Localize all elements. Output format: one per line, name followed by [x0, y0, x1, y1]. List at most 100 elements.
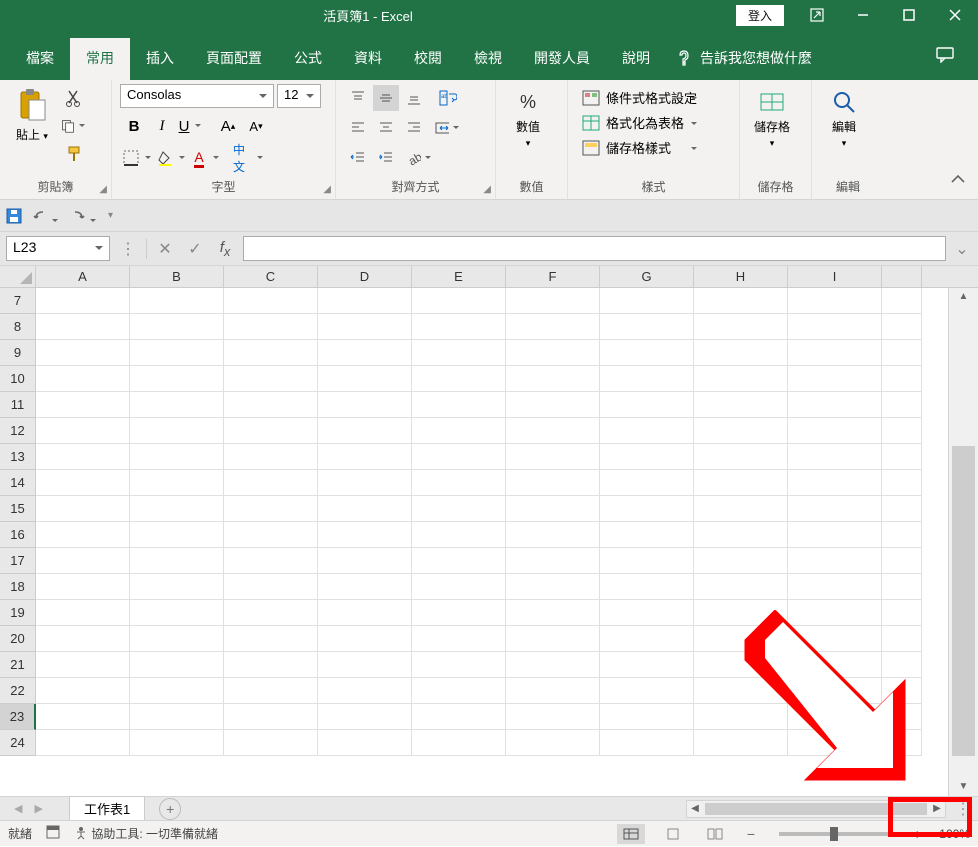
cell[interactable]	[882, 730, 922, 756]
cell[interactable]	[788, 496, 882, 522]
cell[interactable]	[882, 522, 922, 548]
cell[interactable]	[318, 548, 412, 574]
cell[interactable]	[36, 288, 130, 314]
cell[interactable]	[506, 574, 600, 600]
cell[interactable]	[600, 600, 694, 626]
cell[interactable]	[412, 600, 506, 626]
tell-me-search[interactable]: 告訴我您想做什麼	[666, 38, 822, 80]
paste-button[interactable]: 貼上 ▾	[8, 84, 56, 147]
cell[interactable]	[882, 626, 922, 652]
cell[interactable]	[224, 652, 318, 678]
phonetic-guide-button[interactable]: 中文	[233, 145, 265, 171]
row-header[interactable]: 7	[0, 288, 36, 314]
cell[interactable]	[882, 548, 922, 574]
cell[interactable]	[36, 314, 130, 340]
cell[interactable]	[694, 392, 788, 418]
horizontal-split-handle[interactable]: ⋮	[948, 800, 978, 818]
cell[interactable]	[788, 418, 882, 444]
cell[interactable]	[694, 600, 788, 626]
cell[interactable]	[506, 288, 600, 314]
column-header[interactable]: C	[224, 266, 318, 287]
underline-button[interactable]: U	[177, 113, 203, 139]
cell[interactable]	[412, 288, 506, 314]
cell[interactable]	[318, 418, 412, 444]
orientation-button[interactable]: ab	[407, 145, 433, 171]
cell[interactable]	[694, 340, 788, 366]
cell[interactable]	[130, 418, 224, 444]
cell[interactable]	[882, 704, 922, 730]
normal-view-button[interactable]	[617, 824, 645, 844]
column-header[interactable]: D	[318, 266, 412, 287]
name-box[interactable]: L23	[6, 236, 110, 261]
cell[interactable]	[788, 600, 882, 626]
cell[interactable]	[36, 340, 130, 366]
cell[interactable]	[130, 574, 224, 600]
cell[interactable]	[882, 574, 922, 600]
cell[interactable]	[36, 392, 130, 418]
copy-button[interactable]	[61, 113, 87, 139]
cells-button[interactable]: 儲存格▾	[748, 84, 796, 153]
cut-button[interactable]	[61, 85, 87, 111]
cell[interactable]	[36, 522, 130, 548]
cell[interactable]	[788, 392, 882, 418]
cell[interactable]	[412, 548, 506, 574]
cell[interactable]	[788, 444, 882, 470]
number-format-button[interactable]: % 數值▾	[504, 84, 552, 153]
cell[interactable]	[694, 730, 788, 756]
cell[interactable]	[694, 522, 788, 548]
tab-help[interactable]: 說明	[606, 38, 666, 80]
row-header[interactable]: 22	[0, 678, 36, 704]
scroll-up-button[interactable]: ▲	[949, 288, 978, 306]
cell[interactable]	[600, 418, 694, 444]
cell[interactable]	[694, 366, 788, 392]
column-header[interactable]: A	[36, 266, 130, 287]
tab-formulas[interactable]: 公式	[278, 38, 338, 80]
cell[interactable]	[224, 314, 318, 340]
cell[interactable]	[130, 392, 224, 418]
cell[interactable]	[788, 626, 882, 652]
row-header[interactable]: 10	[0, 366, 36, 392]
cell[interactable]	[224, 704, 318, 730]
cell[interactable]	[788, 314, 882, 340]
maximize-button[interactable]	[886, 0, 932, 30]
sheet-tab[interactable]: 工作表1	[69, 796, 145, 820]
formula-input[interactable]	[243, 236, 946, 261]
font-color-button[interactable]: A	[189, 145, 221, 171]
cell[interactable]	[224, 626, 318, 652]
cell[interactable]	[318, 366, 412, 392]
cell[interactable]	[318, 340, 412, 366]
cell[interactable]	[506, 704, 600, 730]
cell[interactable]	[36, 366, 130, 392]
cell[interactable]	[130, 366, 224, 392]
cell[interactable]	[506, 730, 600, 756]
cell[interactable]	[882, 470, 922, 496]
row-header[interactable]: 17	[0, 548, 36, 574]
cell[interactable]	[882, 288, 922, 314]
cell[interactable]	[788, 574, 882, 600]
select-all-button[interactable]	[0, 266, 36, 287]
cell[interactable]	[224, 470, 318, 496]
tab-file[interactable]: 檔案	[10, 38, 70, 80]
row-header[interactable]: 24	[0, 730, 36, 756]
increase-indent-button[interactable]	[373, 145, 399, 171]
cell[interactable]	[224, 548, 318, 574]
font-size-selector[interactable]: 12	[277, 84, 321, 108]
cell[interactable]	[600, 548, 694, 574]
cell[interactable]	[882, 314, 922, 340]
cell[interactable]	[224, 574, 318, 600]
cell[interactable]	[600, 574, 694, 600]
cell[interactable]	[412, 704, 506, 730]
cell[interactable]	[412, 470, 506, 496]
align-right-button[interactable]	[401, 115, 427, 141]
cell[interactable]	[318, 730, 412, 756]
cell[interactable]	[412, 652, 506, 678]
cell[interactable]	[506, 678, 600, 704]
cell[interactable]	[412, 314, 506, 340]
row-header[interactable]: 21	[0, 652, 36, 678]
close-button[interactable]	[932, 0, 978, 30]
cell[interactable]	[36, 600, 130, 626]
vertical-scroll-thumb[interactable]	[952, 446, 975, 756]
cell[interactable]	[130, 340, 224, 366]
cell[interactable]	[318, 626, 412, 652]
row-header[interactable]: 16	[0, 522, 36, 548]
